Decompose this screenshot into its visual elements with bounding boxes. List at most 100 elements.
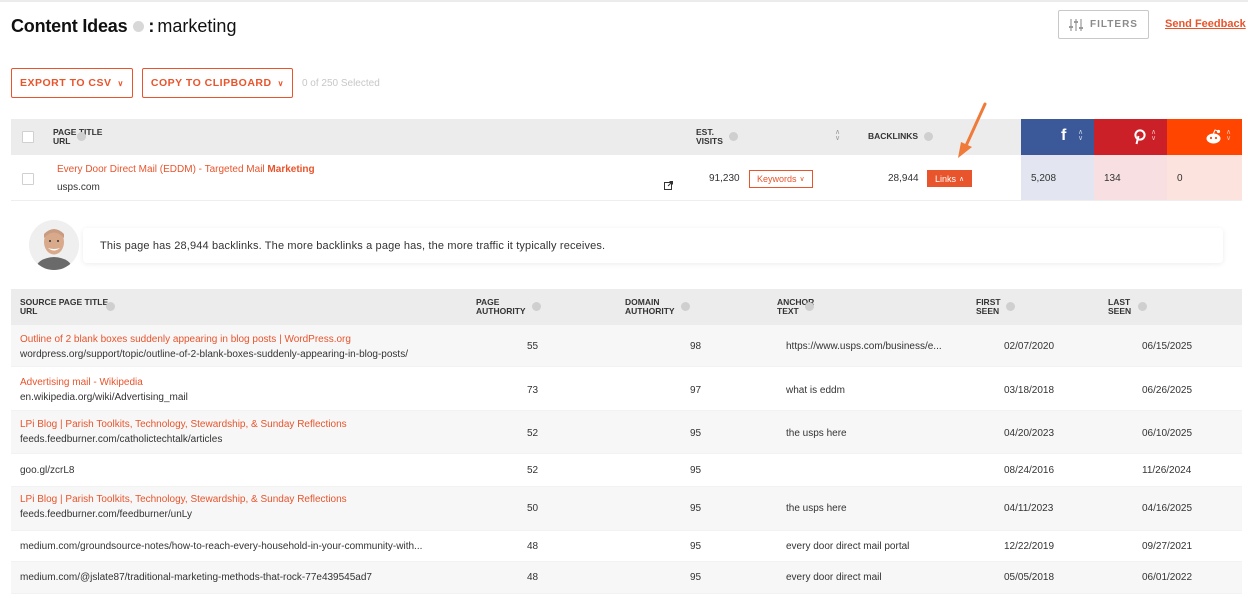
page-authority: 48	[527, 572, 539, 583]
top-divider	[0, 0, 1248, 2]
filters-label: FILTERS	[1090, 19, 1138, 30]
reddit-icon	[1206, 129, 1221, 144]
first-seen: 03/18/2018	[1004, 385, 1055, 396]
last-seen: 06/10/2025	[1142, 428, 1193, 439]
page-authority: 52	[527, 465, 539, 476]
col-last-seen[interactable]: LAST SEEN	[1108, 298, 1147, 316]
action-bar: EXPORT TO CSV ∨ COPY TO CLIPBOARD ∨ 0 of…	[11, 68, 380, 98]
source-title-link[interactable]: Outline of 2 blank boxes suddenly appear…	[20, 334, 351, 345]
last-seen: 06/15/2025	[1142, 341, 1193, 352]
page-authority: 55	[527, 341, 539, 352]
anchor-text: the usps here	[786, 428, 847, 439]
domain-authority: 95	[690, 465, 702, 476]
source-title-link[interactable]: LPi Blog | Parish Toolkits, Technology, …	[20, 419, 347, 430]
col-facebook[interactable]: f ∧ ∨	[1021, 119, 1094, 155]
anchor-text: the usps here	[786, 503, 847, 514]
domain-authority: 98	[690, 341, 702, 352]
chevron-down-icon: ∨	[799, 176, 805, 183]
send-feedback-link[interactable]: Send Feedback	[1165, 18, 1246, 30]
sort-icon[interactable]: ∧ ∨	[1151, 129, 1156, 142]
keywords-button[interactable]: Keywords ∨	[749, 170, 813, 188]
facebook-shares-cell: 5,208	[1021, 155, 1094, 200]
col-domain-authority[interactable]: DOMAIN AUTHORITY	[625, 298, 690, 316]
first-seen: 12/22/2019	[1004, 541, 1055, 552]
page-url: usps.com	[57, 182, 100, 193]
chevron-down-icon: ∨	[277, 78, 284, 88]
external-link-icon[interactable]	[664, 181, 673, 192]
pinterest-shares-value: 134	[1104, 173, 1121, 184]
info-icon[interactable]	[76, 132, 86, 142]
copy-clipboard-label: COPY TO CLIPBOARD	[150, 77, 272, 89]
col-page-authority[interactable]: PAGE AUTHORITY	[476, 298, 541, 316]
col-anchor-text[interactable]: ANCHOR TEXT	[777, 298, 814, 316]
source-title-link[interactable]: LPi Blog | Parish Toolkits, Technology, …	[20, 494, 347, 505]
pinterest-icon	[1134, 129, 1146, 145]
page-title-link[interactable]: Every Door Direct Mail (EDDM) - Targeted…	[57, 164, 315, 175]
links-button[interactable]: Links ∧	[927, 170, 973, 187]
keywords-label: Keywords	[757, 174, 797, 184]
content-row: Every Door Direct Mail (EDDM) - Targeted…	[11, 155, 1242, 201]
col-source-url-label: URL	[20, 306, 38, 316]
chevron-up-icon: ∧	[959, 175, 965, 183]
col-first-seen[interactable]: FIRST SEEN	[976, 298, 1015, 316]
page-header: Content Ideas : marketing	[11, 14, 236, 38]
info-icon[interactable]	[1005, 302, 1015, 312]
page-authority: 52	[527, 428, 539, 439]
sliders-icon	[1069, 18, 1084, 31]
facebook-shares-value: 5,208	[1031, 173, 1057, 184]
copy-clipboard-button[interactable]: COPY TO CLIPBOARD ∨	[141, 68, 293, 98]
source-url: feeds.feedburner.com/feedburner/unLy	[20, 509, 192, 520]
export-csv-button[interactable]: EXPORT TO CSV ∨	[11, 68, 133, 98]
page-keyword: marketing	[157, 15, 237, 36]
page-title-keyword: Marketing	[267, 164, 315, 175]
page-authority: 48	[527, 541, 539, 552]
domain-authority: 95	[690, 428, 702, 439]
col-source-page[interactable]: SOURCE PAGE TITLE URL	[20, 298, 115, 316]
info-icon[interactable]	[680, 302, 690, 312]
select-all-checkbox[interactable]	[22, 131, 34, 143]
sort-icon[interactable]: ∧ ∨	[835, 129, 840, 142]
col-url-label: URL	[53, 136, 71, 146]
table-row: LPi Blog | Parish Toolkits, Technology, …	[11, 411, 1242, 454]
source-url: goo.gl/zcrL8	[20, 465, 75, 476]
row-checkbox[interactable]	[22, 173, 34, 185]
page-title: Content Ideas	[11, 15, 128, 36]
info-icon[interactable]	[531, 302, 541, 312]
col-backlinks[interactable]: BACKLINKS	[868, 132, 934, 142]
first-seen: 04/20/2023	[1004, 428, 1055, 439]
col-first-line2: SEEN	[976, 306, 1000, 316]
col-est-visits[interactable]: EST. VISITS	[696, 128, 739, 146]
col-reddit[interactable]: ∧ ∨	[1167, 119, 1242, 155]
source-url: feeds.feedburner.com/catholictechtalk/ar…	[20, 434, 223, 445]
sort-icon[interactable]: ∧ ∨	[1078, 129, 1083, 142]
info-icon[interactable]	[133, 20, 145, 32]
table-row: medium.com/groundsource-notes/how-to-rea…	[11, 531, 1242, 562]
last-seen: 04/16/2025	[1142, 503, 1193, 514]
info-icon[interactable]	[1137, 302, 1147, 312]
domain-authority: 95	[690, 503, 702, 514]
table-row: Outline of 2 blank boxes suddenly appear…	[11, 325, 1242, 367]
info-icon[interactable]	[105, 302, 115, 312]
first-seen: 04/11/2023	[1004, 503, 1054, 514]
last-seen: 09/27/2021	[1142, 541, 1193, 552]
filters-button[interactable]: FILTERS	[1058, 10, 1149, 39]
first-seen: 05/05/2018	[1004, 572, 1055, 583]
page-authority: 50	[527, 503, 539, 514]
backlinks-table-header: SOURCE PAGE TITLE URL PAGE AUTHORITY DOM…	[11, 289, 1242, 325]
col-pinterest[interactable]: ∧ ∨	[1094, 119, 1167, 155]
facebook-icon: f	[1061, 127, 1067, 144]
source-title-link[interactable]: Advertising mail - Wikipedia	[20, 377, 143, 388]
info-icon[interactable]	[729, 132, 739, 142]
last-seen: 06/01/2022	[1142, 572, 1193, 583]
avatar	[29, 220, 79, 270]
sort-icon[interactable]: ∧ ∨	[1226, 129, 1231, 142]
info-icon[interactable]	[805, 302, 815, 312]
backlinks-tip: This page has 28,944 backlinks. The more…	[83, 228, 1223, 263]
info-icon[interactable]	[924, 132, 934, 142]
selected-count: 0 of 250 Selected	[301, 77, 380, 89]
col-da-line2: AUTHORITY	[625, 306, 675, 316]
backlinks-value: 28,944	[888, 173, 919, 184]
anchor-text: what is eddm	[786, 385, 845, 396]
col-page-title[interactable]: PAGE TITLE URL	[53, 128, 102, 146]
page-title-text: Every Door Direct Mail (EDDM) - Targeted…	[57, 164, 268, 175]
